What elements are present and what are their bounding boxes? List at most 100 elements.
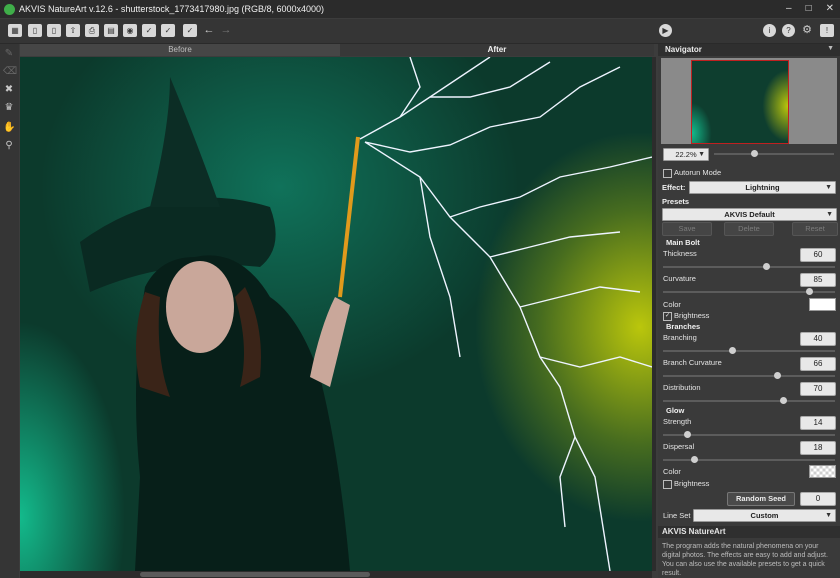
help-icon[interactable]: ? — [782, 24, 795, 37]
thickness-value[interactable]: 60 — [800, 248, 836, 262]
bolt-brightness-checkbox[interactable]: ✓ — [663, 312, 672, 321]
random-seed-button[interactable]: Random Seed — [727, 492, 795, 506]
branch-curvature-value[interactable]: 66 — [800, 357, 836, 371]
navigator-header: Navigator ▼ — [658, 44, 840, 56]
app-logo-icon — [4, 3, 15, 15]
strength-slider-knob[interactable] — [684, 431, 692, 438]
dispersal-value[interactable]: 18 — [800, 441, 836, 455]
undo-icon[interactable]: ← — [202, 24, 216, 37]
settings-brush-icon[interactable]: ✓ — [183, 24, 197, 37]
navigator-title: Navigator — [665, 45, 702, 54]
strength-value[interactable]: 14 — [800, 416, 836, 430]
distribution-slider[interactable] — [663, 397, 835, 404]
run-processing-icon[interactable]: ▶ — [659, 24, 672, 37]
glow-color-swatch[interactable] — [809, 465, 836, 478]
minimize-icon[interactable]: – — [786, 3, 792, 15]
eraser-tool-icon[interactable]: ⌫ — [3, 66, 17, 78]
line-set-value: Custom — [750, 511, 779, 520]
dispersal-slider[interactable] — [663, 456, 835, 463]
preset-dropdown[interactable]: AKVIS Default ▼ — [662, 208, 837, 221]
bolt-color-label: Color — [663, 300, 681, 309]
info-header: AKVIS NatureArt — [658, 526, 840, 538]
branching-slider[interactable] — [663, 347, 835, 354]
tab-before[interactable]: Before — [20, 44, 340, 56]
reset-preset-button[interactable]: Reset — [792, 222, 838, 236]
branches-title: Branches — [666, 322, 701, 331]
vertical-scrollbar[interactable] — [652, 57, 656, 571]
thickness-slider-knob[interactable] — [763, 263, 771, 270]
branching-slider-knob[interactable] — [728, 347, 736, 354]
autorun-checkbox[interactable] — [663, 169, 672, 178]
strength-slider[interactable] — [663, 431, 835, 438]
collapse-icon[interactable]: ▼ — [827, 45, 834, 52]
strength-label: Strength — [663, 417, 692, 426]
info-title: AKVIS NatureArt — [662, 527, 726, 536]
export-icon[interactable]: ⇧ — [66, 24, 80, 37]
branch-curvature-slider[interactable] — [663, 372, 835, 379]
delete-preset-button[interactable]: Delete — [724, 222, 774, 236]
navigator-preview[interactable] — [661, 58, 837, 144]
eyedropper-tool-icon[interactable]: ♛ — [3, 102, 15, 114]
branch-curvature-slider-knob[interactable] — [773, 372, 781, 379]
save-preset-button[interactable]: Save — [662, 222, 712, 236]
effect-value: Lightning — [745, 183, 780, 192]
curvature-slider-knob[interactable] — [806, 288, 814, 295]
batch-icon[interactable]: ▤ — [104, 24, 118, 37]
tab-after[interactable]: After — [340, 44, 654, 56]
bolt-color-swatch[interactable] — [809, 298, 836, 311]
info-text: The program adds the natural phenomena o… — [662, 543, 828, 577]
navigator-thumbnail[interactable] — [691, 60, 789, 144]
curvature-value[interactable]: 85 — [800, 273, 836, 287]
print-icon[interactable]: ⎙ — [85, 24, 99, 37]
random-seed-value[interactable]: 0 — [800, 492, 836, 506]
distribution-slider-knob[interactable] — [780, 397, 788, 404]
chevron-down-icon: ▼ — [825, 184, 832, 191]
curvature-label: Curvature — [663, 274, 696, 283]
chevron-down-icon: ▼ — [698, 151, 705, 158]
pencil-tool-icon[interactable]: ✎ — [3, 48, 15, 60]
bolt-brightness-label: Brightness — [674, 311, 710, 320]
new-document-icon[interactable]: ▯ — [28, 24, 42, 37]
notifications-icon[interactable]: ! — [820, 24, 834, 37]
glow-brightness-checkbox[interactable] — [663, 480, 672, 489]
zoom-tool-icon[interactable]: ⚲ — [3, 140, 15, 152]
zoom-slider[interactable] — [714, 150, 834, 157]
save-document-icon[interactable]: ▯ — [47, 24, 61, 37]
witch-figure — [80, 77, 350, 571]
branching-label: Branching — [663, 333, 697, 342]
magic-wand — [338, 136, 360, 298]
horizontal-scrollbar[interactable] — [20, 571, 652, 578]
open-image-icon[interactable]: ▦ — [8, 24, 22, 37]
window-controls: – □ ✕ — [786, 3, 834, 15]
maximize-icon[interactable]: □ — [806, 3, 812, 15]
selection-tool-icon[interactable]: ✓ — [142, 24, 156, 37]
transform-tool-icon[interactable]: ✖ — [3, 84, 15, 96]
title-bar: AKVIS NatureArt v.12.6 - shutterstock_17… — [0, 0, 840, 18]
hand-tool-icon[interactable]: ✋ — [3, 122, 15, 134]
dispersal-slider-knob[interactable] — [690, 456, 698, 463]
redo-icon[interactable]: → — [219, 24, 233, 37]
info-icon[interactable]: i — [763, 24, 776, 37]
effect-dropdown[interactable]: Lightning ▼ — [689, 181, 836, 194]
share-icon[interactable]: ◉ — [123, 24, 137, 37]
gear-icon[interactable]: ⚙ — [800, 24, 814, 37]
scrollbar-thumb[interactable] — [140, 572, 370, 577]
zoom-slider-knob[interactable] — [750, 150, 758, 157]
distribution-value[interactable]: 70 — [800, 382, 836, 396]
zoom-dropdown[interactable]: 22.2% ▼ — [663, 148, 709, 161]
curvature-slider[interactable] — [663, 288, 835, 295]
main-bolt-title: Main Bolt — [666, 238, 700, 247]
settings-panel: Navigator ▼ 22.2% ▼ Autorun Mode Effect: … — [658, 44, 840, 578]
brush-tool-icon[interactable]: ✓ — [161, 24, 175, 37]
distribution-label: Distribution — [663, 383, 701, 392]
branch-curvature-label: Branch Curvature — [663, 358, 722, 367]
branching-value[interactable]: 40 — [800, 332, 836, 346]
close-icon[interactable]: ✕ — [826, 3, 834, 15]
thickness-slider[interactable] — [663, 263, 835, 270]
thickness-label: Thickness — [663, 249, 697, 258]
line-set-label: Line Set — [663, 511, 691, 520]
presets-label: Presets — [662, 197, 690, 206]
line-set-dropdown[interactable]: Custom ▼ — [693, 509, 836, 522]
image-canvas[interactable] — [20, 57, 652, 571]
chevron-down-icon: ▼ — [826, 211, 833, 218]
